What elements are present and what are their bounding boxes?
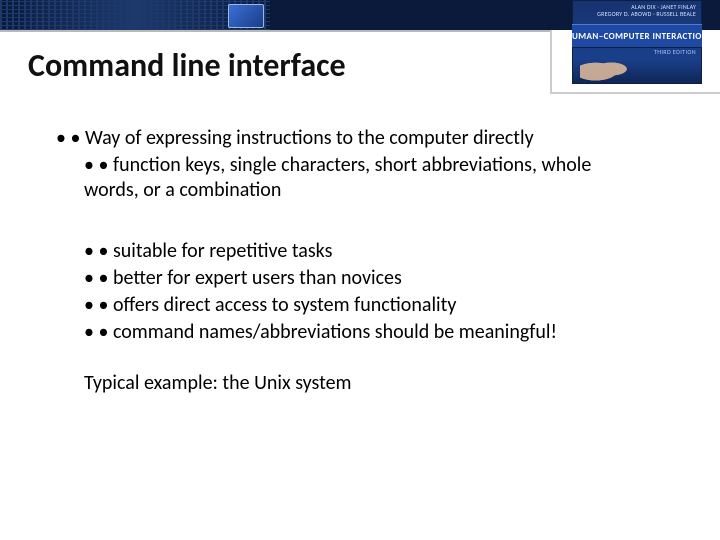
page-title: Command line interface — [28, 46, 346, 85]
bullet-5: • command names/abbreviations should be … — [84, 320, 640, 345]
book-title: HUMAN–COMPUTER — [566, 31, 650, 42]
book-title-bar: HUMAN–COMPUTER INTERACTION — [572, 24, 702, 48]
bullet-1: • Way of expressing instructions to the … — [56, 126, 640, 151]
book-authors-line2: GREGORY D. ABOWD · RUSSELL BEALE — [597, 10, 696, 18]
bullet-3: • better for expert users than novices — [84, 266, 640, 291]
book-subtitle: INTERACTION — [652, 31, 708, 42]
slide-body: • Way of expressing instructions to the … — [56, 126, 640, 398]
header-divider — [0, 30, 572, 32]
book-edition: THIRD EDITION — [654, 48, 696, 56]
book-cover: ALAN DIX · JANET FINLAY GREGORY D. ABOWD… — [572, 0, 702, 84]
footer-line: Typical example: the Unix system — [84, 371, 640, 396]
bullet-2: • suitable for repetitive tasks — [84, 239, 640, 264]
book-authors: ALAN DIX · JANET FINLAY GREGORY D. ABOWD… — [578, 4, 696, 18]
chip-icon — [228, 4, 264, 28]
hand-graphic — [580, 56, 632, 82]
bullet-4: • offers direct access to system functio… — [84, 293, 640, 318]
bullet-1a: • function keys, single characters, shor… — [84, 153, 640, 203]
